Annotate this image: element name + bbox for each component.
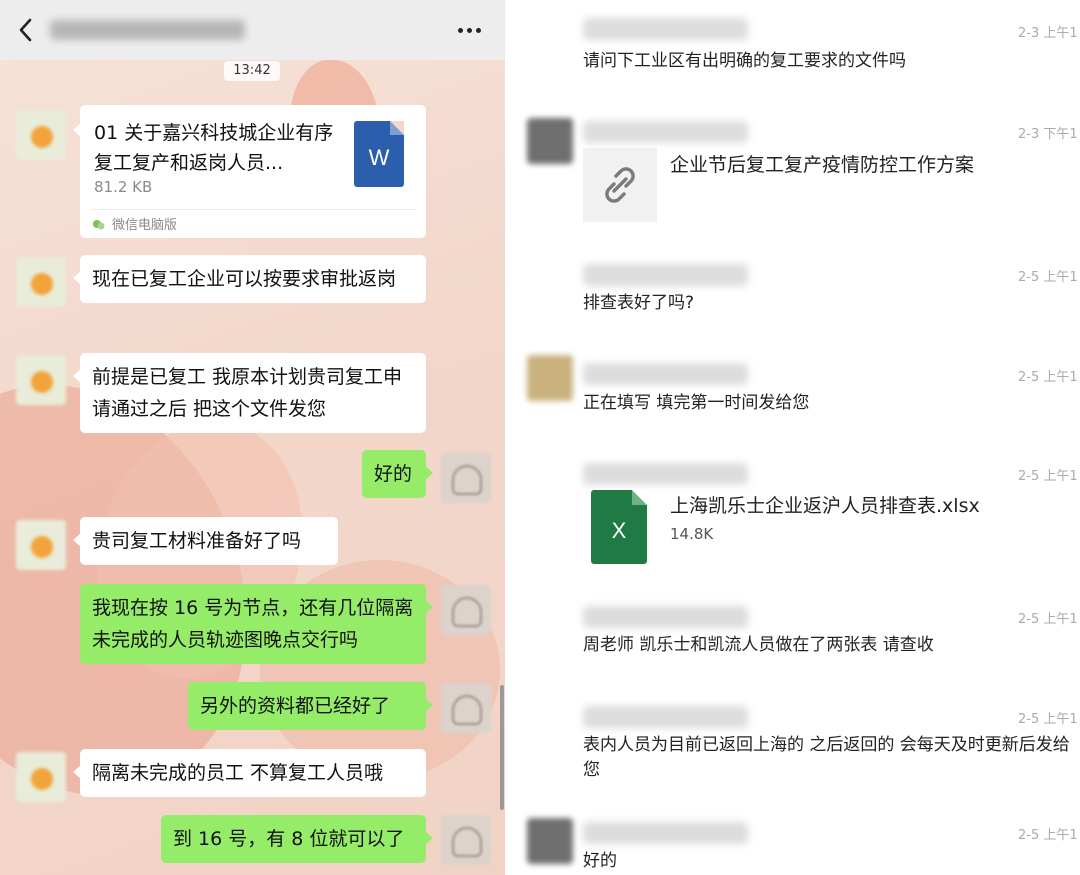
incoming-message[interactable]: 隔离未完成的员工 不算复工人员哦 bbox=[73, 749, 426, 797]
message-timestamp: 13:42 bbox=[224, 61, 280, 81]
contact-avatar[interactable] bbox=[16, 520, 66, 570]
excel-icon-letter: X bbox=[611, 518, 627, 543]
file-source-label: 微信电脑版 bbox=[112, 218, 178, 233]
my-avatar[interactable] bbox=[441, 815, 491, 865]
contact-avatar[interactable] bbox=[16, 110, 66, 160]
incoming-message[interactable]: 现在已复工企业可以按要求审批返岗 bbox=[73, 255, 426, 303]
sender-avatar[interactable] bbox=[527, 355, 573, 401]
my-avatar[interactable] bbox=[441, 683, 491, 733]
history-timestamp: 2-5 上午1 bbox=[1018, 469, 1078, 484]
contact-avatar[interactable] bbox=[16, 752, 66, 802]
sender-avatar[interactable] bbox=[527, 118, 573, 164]
link-chain-icon[interactable] bbox=[583, 148, 657, 222]
outgoing-message[interactable]: 到 16 号，有 8 位就可以了 bbox=[161, 815, 433, 863]
file-name[interactable]: 上海凯乐士企业返沪人员排查表.xlsx bbox=[670, 491, 980, 518]
history-message-text[interactable]: 请问下工业区有出明确的复工要求的文件吗 bbox=[583, 49, 1073, 74]
history-timestamp: 2-5 上午1 bbox=[1018, 828, 1078, 843]
history-message-text[interactable]: 排查表好了吗? bbox=[583, 291, 1073, 316]
contact-avatar[interactable] bbox=[16, 355, 66, 405]
file-size: 14.8K bbox=[670, 525, 714, 543]
history-message-text[interactable]: 周老师 凯乐士和凯流人员做在了两张表 请查收 bbox=[583, 633, 1073, 658]
sender-name-blurred bbox=[583, 18, 748, 40]
history-message-text[interactable]: 正在填写 填完第一时间发给您 bbox=[583, 391, 1073, 416]
sender-avatar[interactable] bbox=[527, 818, 573, 864]
excel-file-icon[interactable]: X bbox=[591, 490, 647, 564]
file-size: 81.2 KB bbox=[94, 178, 153, 196]
sender-name-blurred bbox=[583, 363, 748, 385]
divider bbox=[90, 209, 416, 210]
history-timestamp: 2-5 上午1 bbox=[1018, 270, 1078, 285]
history-timestamp: 2-5 上午1 bbox=[1018, 712, 1078, 727]
history-message-text[interactable]: 表内人员为目前已返回上海的 之后返回的 会每天及时更新后发给您 bbox=[583, 733, 1073, 783]
my-avatar[interactable] bbox=[441, 453, 491, 503]
file-name: 01 关于嘉兴科技城企业有序复工复产和返岗人员... bbox=[94, 122, 334, 174]
sender-name-blurred bbox=[583, 822, 748, 844]
sender-name-blurred bbox=[583, 606, 748, 628]
history-timestamp: 2-3 下午1 bbox=[1018, 127, 1078, 142]
link-title[interactable]: 企业节后复工复产疫情防控工作方案 bbox=[670, 150, 974, 177]
sender-name-blurred bbox=[583, 264, 748, 286]
incoming-message[interactable]: 前提是已复工 我原本计划贵司复工申请通过之后 把这个文件发您 bbox=[73, 353, 426, 433]
outgoing-message[interactable]: 我现在按 16 号为节点，还有几位隔离未完成的人员轨迹图晚点交行吗 bbox=[80, 584, 433, 664]
back-arrow-icon[interactable] bbox=[14, 14, 44, 46]
sender-name-blurred bbox=[583, 706, 748, 728]
file-message-card[interactable]: 01 关于嘉兴科技城企业有序复工复产和返岗人员... 81.2 KB W 微信电… bbox=[73, 105, 426, 238]
sender-name-blurred bbox=[583, 121, 748, 143]
outgoing-message[interactable]: 好的 bbox=[362, 450, 433, 498]
chat-window: 13:42 01 关于嘉兴科技城企业有序复工复产和返岗人员... 81.2 KB… bbox=[0, 0, 505, 875]
scrollbar-thumb[interactable] bbox=[500, 685, 504, 810]
more-options-icon[interactable] bbox=[452, 16, 488, 44]
incoming-message[interactable]: 贵司复工材料准备好了吗 bbox=[73, 517, 338, 565]
history-message-text[interactable]: 好的 bbox=[583, 849, 1073, 874]
my-avatar[interactable] bbox=[441, 585, 491, 635]
word-icon-letter: W bbox=[368, 145, 390, 170]
contact-avatar[interactable] bbox=[16, 257, 66, 307]
history-timestamp: 2-3 上午1 bbox=[1018, 26, 1078, 41]
word-document-icon: W bbox=[354, 121, 404, 187]
wechat-pc-icon bbox=[92, 217, 106, 231]
chat-header bbox=[0, 0, 505, 60]
history-timestamp: 2-5 上午1 bbox=[1018, 370, 1078, 385]
sender-name-blurred bbox=[583, 463, 748, 485]
chat-history-panel: 2-3 上午1 请问下工业区有出明确的复工要求的文件吗 2-3 下午1 企业节后… bbox=[515, 0, 1080, 875]
panel-divider bbox=[505, 0, 515, 875]
history-timestamp: 2-5 上午1 bbox=[1018, 612, 1078, 627]
outgoing-message[interactable]: 另外的资料都已经好了 bbox=[188, 682, 433, 730]
chat-title-blurred bbox=[50, 14, 250, 46]
